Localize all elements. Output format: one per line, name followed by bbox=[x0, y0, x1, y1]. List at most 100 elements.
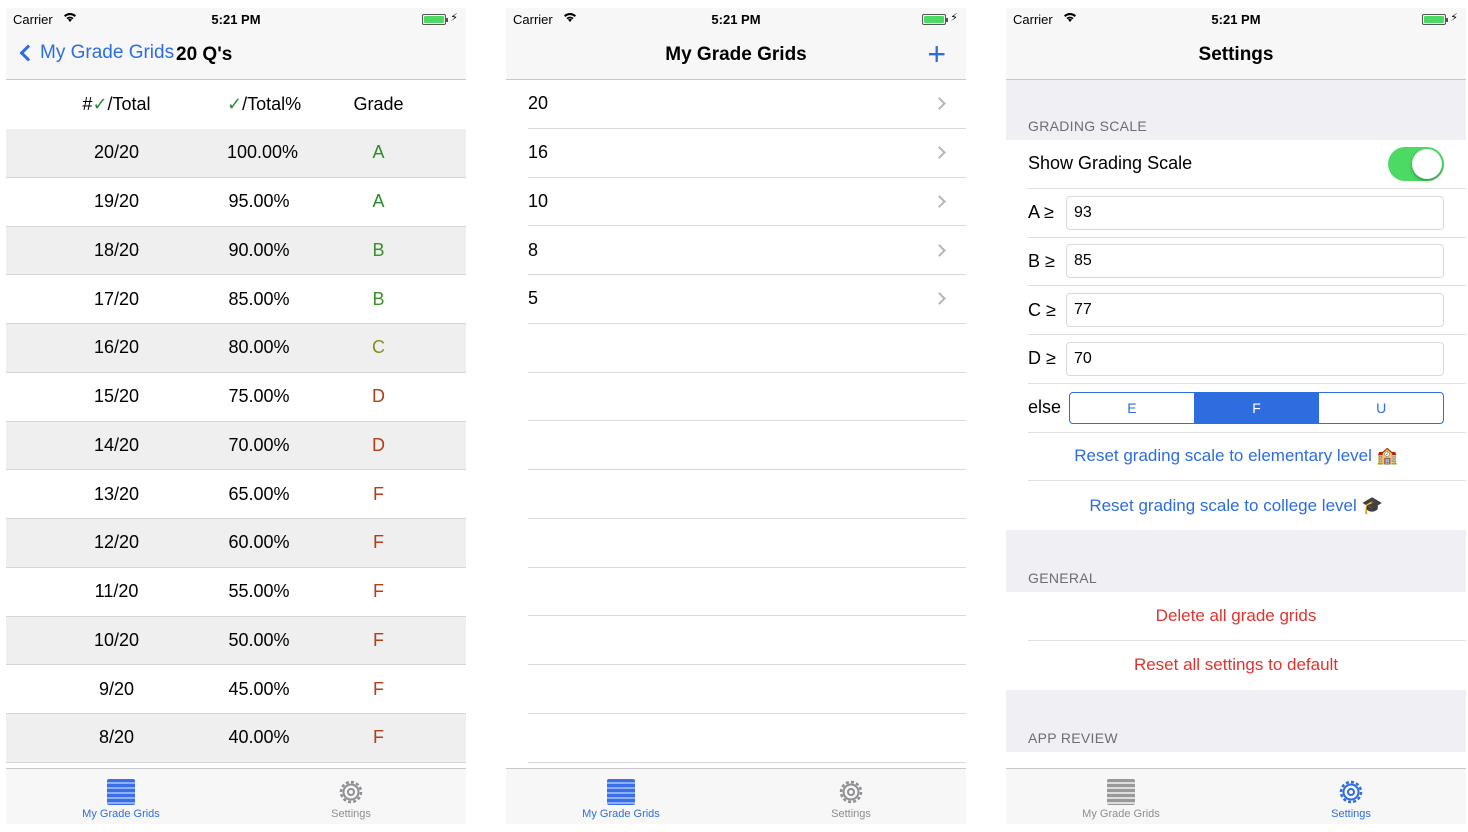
tab-label: My Grade Grids bbox=[82, 808, 160, 820]
battery-icon bbox=[1422, 14, 1448, 25]
empty-row bbox=[528, 324, 966, 373]
plus-icon: + bbox=[927, 36, 946, 72]
count-cell: 17/20 bbox=[93, 288, 140, 309]
grade-cell: F bbox=[373, 727, 384, 748]
grid-name: 20 bbox=[528, 93, 549, 114]
tab-settings[interactable]: Settings bbox=[736, 769, 966, 824]
section-header-general: GENERAL bbox=[1028, 570, 1098, 586]
chevron-right-icon bbox=[933, 243, 946, 257]
list-item[interactable]: 20 bbox=[528, 80, 966, 129]
list-item[interactable]: 10 bbox=[528, 178, 966, 227]
grade-table: 20/20 100.00% A 19/20 95.00% A 18/20 90.00% B 17/… bbox=[6, 129, 466, 763]
battery-icon bbox=[922, 14, 948, 25]
tab-my-grade-grids[interactable]: My Grade Grids bbox=[1006, 769, 1236, 824]
page-title: Settings bbox=[1198, 44, 1274, 65]
chevron-left-icon bbox=[19, 44, 37, 62]
empty-row bbox=[528, 665, 966, 714]
pct-cell: 45.00% bbox=[228, 678, 290, 699]
battery-icon bbox=[422, 14, 448, 25]
grade-cell: B bbox=[372, 239, 385, 260]
empty-row bbox=[528, 373, 966, 422]
grade-grids-list-screen: Carrier 5:21 PM ⚡ My Grade Grids + 20 16 1… bbox=[506, 8, 966, 824]
pct-cell: 85.00% bbox=[228, 288, 290, 309]
pct-cell: 80.00% bbox=[228, 337, 290, 358]
count-cell: 15/20 bbox=[93, 386, 140, 407]
segment-u[interactable]: U bbox=[1319, 393, 1443, 423]
table-row: 9/20 45.00% F bbox=[6, 665, 466, 714]
tab-bar: My Grade Grids Settings bbox=[506, 768, 966, 824]
section-header-app-review: APP REVIEW bbox=[1028, 729, 1118, 746]
threshold-input-b[interactable]: 85 bbox=[1066, 244, 1444, 279]
grade-cell: D bbox=[372, 386, 385, 407]
threshold-row-c: C ≥ 77 bbox=[1028, 286, 1466, 335]
grading-scale-group: Show Grading Scale A ≥ 93 B ≥ 85 C ≥ 77 … bbox=[1006, 140, 1466, 530]
gear-icon bbox=[1339, 780, 1363, 804]
list-item[interactable]: 16 bbox=[528, 129, 966, 178]
back-label: My Grade Grids bbox=[40, 42, 175, 63]
page-title: My Grade Grids bbox=[665, 44, 807, 65]
threshold-label: C ≥ bbox=[1028, 299, 1056, 320]
back-button[interactable]: My Grade Grids bbox=[18, 42, 174, 64]
table-row: 18/20 90.00% B bbox=[6, 226, 466, 276]
tab-bar: My Grade Grids Settings bbox=[1006, 768, 1466, 824]
threshold-input-d[interactable]: 70 bbox=[1066, 341, 1444, 376]
count-cell: 16/20 bbox=[93, 337, 140, 358]
grade-cell: F bbox=[373, 678, 384, 699]
tab-label: My Grade Grids bbox=[1082, 808, 1160, 820]
tab-my-grade-grids[interactable]: My Grade Grids bbox=[6, 769, 236, 824]
tab-settings[interactable]: Settings bbox=[1236, 769, 1466, 824]
tab-label: Settings bbox=[331, 808, 371, 820]
header-pct: ✓/Total% bbox=[227, 94, 302, 114]
check-icon: ✓ bbox=[227, 94, 243, 114]
chevron-right-icon bbox=[933, 195, 946, 208]
segment-f[interactable]: F bbox=[1194, 392, 1320, 423]
threshold-input-a[interactable]: 93 bbox=[1066, 195, 1444, 230]
table-row: 8/20 40.00% F bbox=[6, 714, 466, 763]
grade-cell: F bbox=[373, 629, 384, 650]
table-row: 11/20 55.00% F bbox=[6, 568, 466, 617]
threshold-row-b: B ≥ 85 bbox=[1028, 238, 1466, 287]
else-grade-segmented-control: E F U bbox=[1069, 391, 1444, 424]
else-label: else bbox=[1028, 397, 1062, 418]
pct-cell: 55.00% bbox=[228, 581, 290, 602]
list-item[interactable]: 8 bbox=[528, 226, 966, 275]
pct-cell: 70.00% bbox=[228, 434, 290, 455]
tab-my-grade-grids[interactable]: My Grade Grids bbox=[506, 769, 736, 824]
pct-cell: 50.00% bbox=[228, 629, 290, 650]
count-cell: 12/20 bbox=[93, 532, 140, 553]
grade-grid-screen: Carrier 5:21 PM ⚡ My Grade Grids 20 Q's … bbox=[6, 8, 466, 824]
grade-cell: B bbox=[372, 288, 385, 309]
add-grid-button[interactable]: + bbox=[927, 38, 946, 70]
grade-cell: D bbox=[372, 434, 385, 455]
table-row: 13/20 65.00% F bbox=[6, 470, 466, 519]
delete-all-grids-button[interactable]: Delete all grade grids bbox=[1028, 592, 1466, 641]
show-grading-scale-label: Show Grading Scale bbox=[1028, 153, 1193, 174]
grade-cell: C bbox=[372, 337, 385, 358]
pct-cell: 75.00% bbox=[228, 386, 290, 407]
reset-all-settings-button[interactable]: Reset all settings to default bbox=[1028, 641, 1466, 690]
grade-cell: A bbox=[372, 142, 385, 163]
status-time: 5:21 PM bbox=[711, 12, 761, 27]
segment-e[interactable]: E bbox=[1070, 392, 1195, 423]
table-row: 20/20 100.00% A bbox=[6, 129, 466, 178]
chevron-right-icon bbox=[933, 292, 946, 306]
grade-cell: F bbox=[373, 581, 384, 602]
threshold-label: D ≥ bbox=[1028, 348, 1056, 369]
reset-elementary-button[interactable]: Reset grading scale to elementary level … bbox=[1028, 433, 1466, 482]
list-item[interactable]: 5 bbox=[528, 275, 966, 324]
tab-settings[interactable]: Settings bbox=[236, 769, 466, 824]
status-time: 5:21 PM bbox=[211, 12, 261, 27]
status-bar: Carrier 5:21 PM ⚡ bbox=[6, 8, 466, 32]
reset-college-button[interactable]: Reset grading scale to college level 🎓 bbox=[1028, 481, 1466, 530]
table-row: 12/20 60.00% F bbox=[6, 519, 466, 568]
tab-label: My Grade Grids bbox=[582, 808, 660, 820]
empty-row bbox=[528, 568, 966, 617]
grid-icon bbox=[107, 779, 135, 805]
threshold-label: B ≥ bbox=[1028, 250, 1055, 271]
grade-cell: A bbox=[372, 191, 385, 212]
general-group: Delete all grade grids Reset all setting… bbox=[1006, 592, 1466, 690]
threshold-input-c[interactable]: 77 bbox=[1066, 293, 1444, 328]
status-bar: Carrier 5:21 PM ⚡ bbox=[1006, 8, 1466, 32]
table-row: 14/20 70.00% D bbox=[6, 421, 466, 471]
show-grading-scale-toggle[interactable] bbox=[1388, 146, 1444, 181]
